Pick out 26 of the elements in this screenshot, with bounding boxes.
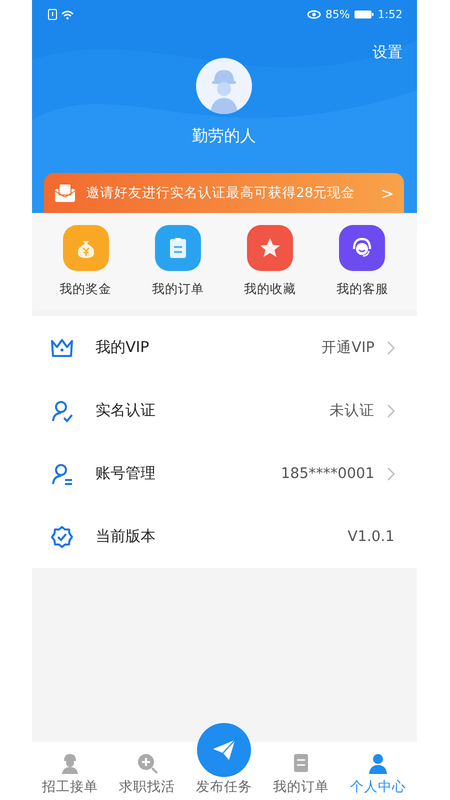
nav-tab[interactable]: 我的订单 [262, 742, 340, 800]
user-lines-icon [50, 462, 74, 486]
shortcut-item[interactable]: 我的收藏 [230, 225, 310, 298]
search-icon [135, 751, 159, 775]
menu-row[interactable]: 我的VIP 开通VIP [32, 316, 416, 379]
battery-icon [354, 10, 374, 19]
sim-icon [48, 9, 56, 20]
shortcut-item[interactable]: 我的奖金 [46, 225, 126, 298]
clock: 1:52 [378, 8, 402, 21]
menu-row[interactable]: 当前版本 V1.0.1 [32, 505, 416, 568]
battery-percent: 85% [325, 8, 350, 21]
shortcut-item[interactable]: 我的客服 [322, 225, 402, 298]
settings-button[interactable]: 设置 [372, 43, 402, 62]
user-check-icon [50, 398, 74, 422]
username: 勤劳的人 [192, 126, 256, 147]
nav-tab[interactable]: 招工接单 [32, 742, 108, 800]
menu-row[interactable]: 实名认证 未认证 [32, 379, 416, 442]
wifi-icon [60, 10, 74, 20]
person-icon [366, 751, 390, 775]
nav-tab[interactable]: 发布任务 [186, 718, 262, 800]
nav-tab[interactable]: 求职找活 [108, 742, 186, 800]
shortcut-item[interactable]: 我的订单 [138, 225, 218, 298]
menu-row[interactable]: 账号管理 185****0001 [32, 442, 416, 505]
eye-icon [307, 10, 322, 19]
badge-check-icon [50, 524, 74, 548]
envelope-icon [54, 183, 76, 203]
